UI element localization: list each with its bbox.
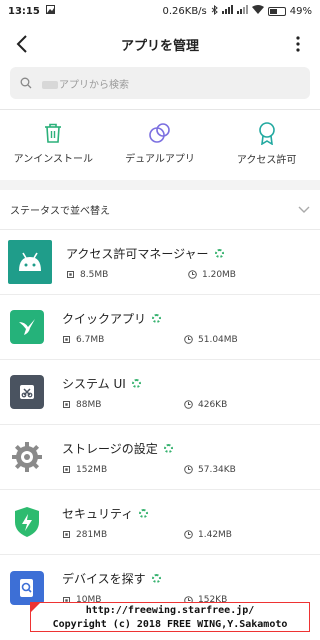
status-bar: 13:15 0.26KB/s 49% [0,0,320,22]
more-vert-icon [296,36,300,52]
sort-label: ステータスで並べ替え [10,206,110,217]
app-data: 1.20MB [202,269,236,280]
status-time: 13:15 [8,5,40,17]
loading-spinner-icon [214,248,224,258]
list-item[interactable]: ストレージの設定 152MB 57.34KB [0,425,320,490]
app-storage: 8.5MB [80,269,109,280]
system-ui-icon [10,375,44,409]
signal-icon-2 [236,5,248,17]
list-item[interactable]: クイックアプリ 6.7MB 51.04MB [0,295,320,360]
app-name: セキュリティ [62,506,134,521]
battery-icon [267,6,286,16]
loading-spinner-icon [163,443,173,453]
app-name: アクセス許可マネージャー [66,246,209,261]
net-speed: 0.26KB/s [162,5,207,17]
loading-spinner-icon [139,508,149,518]
loading-spinner-icon [151,574,161,583]
storage-chip-icon [62,465,71,474]
permissions-label: アクセス許可 [236,154,297,166]
permission-badge-icon [258,121,275,145]
app-data: 1.42MB [198,529,232,540]
signal-icon [221,5,233,17]
dual-app-icon [149,122,170,143]
app-storage: 6.7MB [76,334,105,345]
gear-icon [10,440,44,474]
uninstall-button[interactable]: アンインストール [0,122,107,165]
clock-icon [188,270,197,279]
storage-chip-icon [62,335,71,344]
app-bar: アプリを管理 [0,22,320,66]
more-options-button[interactable] [286,32,310,56]
app-storage: 88MB [76,399,102,410]
dual-apps-button[interactable]: デュアルアプリ [107,122,214,165]
clock-icon [184,400,193,409]
dual-apps-label: デュアルアプリ [125,153,195,165]
loading-spinner-icon [152,313,162,323]
loading-spinner-icon [131,378,141,388]
app-data: 426KB [198,399,228,410]
search-placeholder: アプリから検索 [59,79,129,91]
list-item[interactable]: システム UI 88MB 426KB [0,360,320,425]
hummingbird-icon [10,310,44,344]
search-input[interactable]: アプリから検索 [10,67,310,99]
battery-level: 49% [289,5,312,17]
redacted-mark [42,80,58,89]
action-row: アンインストール デュアルアプリ アクセス許可 [0,110,320,176]
app-storage: 281MB [76,529,108,540]
list-item[interactable]: アクセス許可マネージャー 8.5MB 1.20MB [0,230,320,295]
clock-icon [184,335,193,344]
clock-icon [184,465,193,474]
back-button[interactable] [0,22,44,66]
storage-chip-icon [62,530,71,539]
section-separator [0,180,320,190]
trash-icon [45,123,62,143]
clock-icon [184,530,193,539]
wifi-icon [251,5,264,17]
app-name: デバイスを探す [62,572,146,586]
bluetooth-icon [211,4,218,18]
watermark-copyright: Copyright (c) 2018 FREE WING,Y.Sakamoto [52,619,288,630]
chevron-left-icon [16,35,27,53]
watermark-url: http://freewing.starfree.jp/ [85,605,255,616]
app-name: システム UI [62,376,126,391]
list-item[interactable]: セキュリティ 281MB 1.42MB [0,490,320,555]
uninstall-label: アンインストール [13,153,94,165]
search-icon [20,77,32,89]
app-data: 57.34KB [198,464,236,475]
permissions-button[interactable]: アクセス許可 [213,121,320,166]
app-storage: 152MB [76,464,108,475]
storage-chip-icon [66,270,75,279]
shield-icon [10,505,44,539]
page-title: アプリを管理 [120,38,199,54]
app-data: 51.04MB [198,334,238,345]
find-device-icon [10,570,44,605]
app-name: ストレージの設定 [62,441,158,456]
app-list: アクセス許可マネージャー 8.5MB 1.20MB クイックアプリ 6.7MB … [0,230,320,620]
android-icon [8,240,52,284]
chevron-down-icon [298,206,310,213]
storage-chip-icon [62,400,71,409]
app-name: クイックアプリ [62,311,147,326]
sort-selector[interactable]: ステータスで並べ替え [0,190,320,230]
gallery-icon [45,5,55,17]
watermark-banner: http://freewing.starfree.jp/ Copyright (… [30,602,310,632]
